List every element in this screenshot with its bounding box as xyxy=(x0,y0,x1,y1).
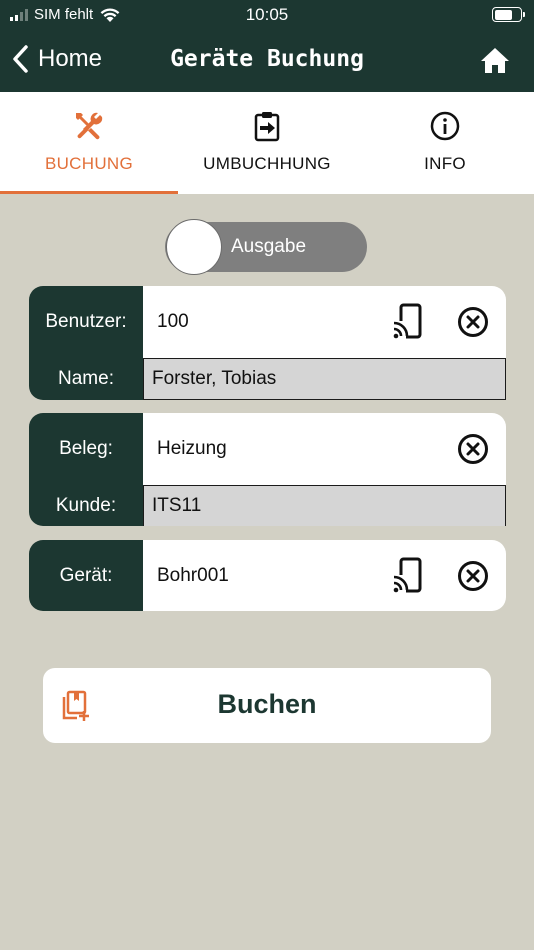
tab-bar: BUCHUNG UMBUCHHUNG INFO xyxy=(0,92,534,194)
back-button[interactable]: Home xyxy=(10,44,102,74)
clear-geraet-icon[interactable] xyxy=(457,560,489,592)
buchen-button[interactable]: Buchen xyxy=(43,668,491,743)
name-label: Name: xyxy=(29,358,143,400)
info-icon xyxy=(430,111,460,141)
tab-umbuchhung-label: UMBUCHHUNG xyxy=(203,154,331,173)
tab-buchung-label: BUCHUNG xyxy=(44,154,134,173)
toggle-knob[interactable] xyxy=(166,219,222,275)
benutzer-input[interactable] xyxy=(157,311,357,333)
status-time: 10:05 xyxy=(245,5,289,24)
beleg-input[interactable] xyxy=(157,438,357,460)
nfc-scan-icon[interactable] xyxy=(392,557,422,595)
nav-bar: Home Geräte Buchung xyxy=(0,30,534,92)
name-row: Name: Forster, Tobias xyxy=(29,358,506,400)
kunde-value: ITS11 xyxy=(143,485,506,526)
nfc-scan-icon[interactable] xyxy=(392,303,422,341)
buchen-label: Buchen xyxy=(217,689,317,719)
name-value: Forster, Tobias xyxy=(143,358,506,400)
benutzer-card: Benutzer: Name: Forster, Tobias xyxy=(29,286,506,400)
geraet-card: Gerät: xyxy=(29,540,506,611)
clear-benutzer-icon[interactable] xyxy=(457,306,489,338)
geraet-input[interactable] xyxy=(157,564,357,587)
benutzer-label: Benutzer: xyxy=(29,286,143,358)
clear-beleg-icon[interactable] xyxy=(457,433,489,465)
home-icon[interactable] xyxy=(480,46,510,74)
beleg-value-cell xyxy=(143,413,506,485)
ausgabe-toggle[interactable]: Ausgabe xyxy=(165,219,367,275)
tab-umbuchhung[interactable]: UMBUCHHUNG xyxy=(178,92,356,194)
top-bar: SIM fehlt 10:05 Home Geräte Buchung xyxy=(0,0,534,92)
kunde-row: Kunde: ITS11 xyxy=(29,485,506,526)
tab-info[interactable]: INFO xyxy=(356,92,534,194)
clipboard-arrow-icon xyxy=(254,112,280,142)
beleg-label: Beleg: xyxy=(29,413,143,485)
battery-icon xyxy=(492,7,525,22)
back-label: Home xyxy=(38,45,103,72)
tab-info-label: INFO xyxy=(424,154,466,173)
geraet-label: Gerät: xyxy=(29,540,143,611)
geraet-row: Gerät: xyxy=(29,540,506,611)
tab-buchung[interactable]: BUCHUNG xyxy=(0,92,178,194)
beleg-row: Beleg: xyxy=(29,413,506,485)
kunde-label: Kunde: xyxy=(29,485,143,526)
toggle-label: Ausgabe xyxy=(231,236,307,257)
benutzer-value-cell xyxy=(143,286,506,358)
benutzer-row: Benutzer: xyxy=(29,286,506,358)
status-bar: SIM fehlt 10:05 xyxy=(0,0,534,30)
chevron-left-icon xyxy=(13,45,28,73)
geraet-value-cell xyxy=(143,540,506,611)
tools-icon xyxy=(76,112,103,140)
beleg-card: Beleg: Kunde: ITS11 xyxy=(29,413,506,526)
